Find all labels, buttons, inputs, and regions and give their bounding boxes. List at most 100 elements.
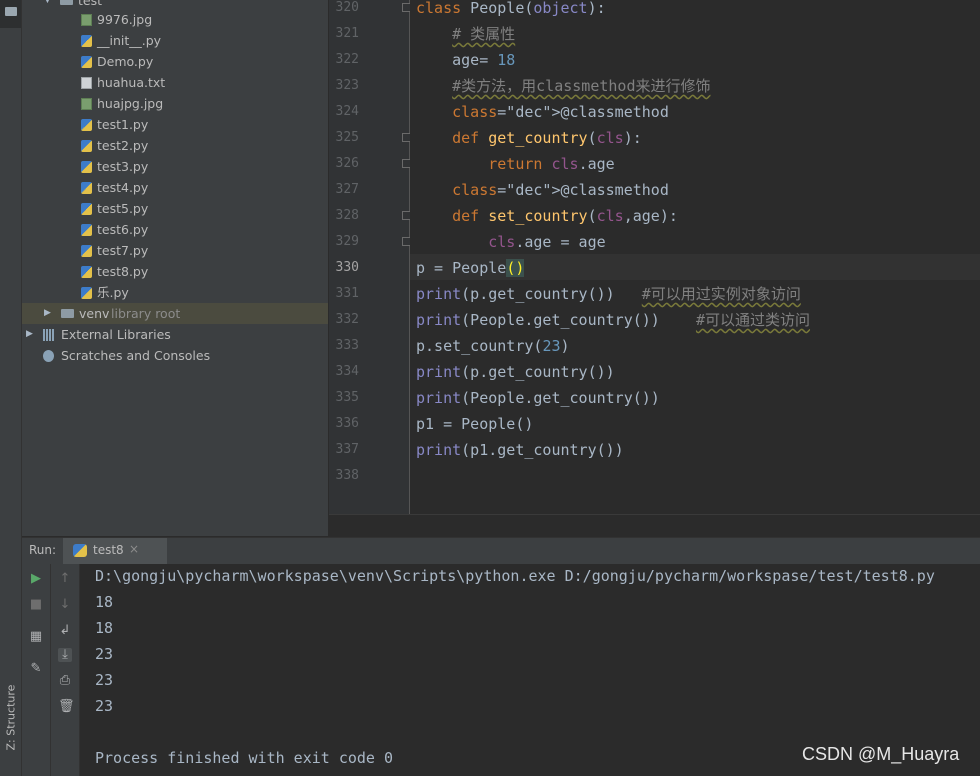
code-line-325[interactable]: def get_country(cls): xyxy=(416,125,642,151)
run-tab-label: test8 xyxy=(93,543,124,557)
pin-icon[interactable]: ✎ xyxy=(29,662,43,676)
code-line-320[interactable]: class People(object): xyxy=(416,0,606,21)
console-line: D:\gongju\pycharm\workspase\venv\Scripts… xyxy=(95,567,935,585)
tree-item-file[interactable]: test2.py xyxy=(22,135,328,156)
code-line-334[interactable]: print(p.get_country()) xyxy=(416,359,615,385)
print-icon[interactable]: ⎙ xyxy=(58,674,72,688)
down-arrow-icon[interactable]: ↓ xyxy=(58,598,72,612)
close-icon[interactable]: × xyxy=(129,542,139,556)
console-line: 23 xyxy=(95,671,114,689)
tree-item-label: venv xyxy=(79,306,110,321)
line-number-current: 330 xyxy=(335,260,359,275)
tree-item-file[interactable]: test1.py xyxy=(22,114,328,135)
python-file-icon xyxy=(81,56,92,68)
line-number: 331 xyxy=(335,286,359,301)
line-number: 337 xyxy=(335,442,359,457)
tree-item-file[interactable]: test8.py xyxy=(22,261,328,282)
line-number: 335 xyxy=(335,390,359,405)
scroll-to-end-icon[interactable]: ⤓ xyxy=(58,648,72,662)
code-line-335[interactable]: print(People.get_country()) xyxy=(416,385,660,411)
layout-icon[interactable]: ▦ xyxy=(29,630,43,644)
soft-wrap-icon[interactable]: ↲ xyxy=(58,624,72,638)
code-line-336[interactable]: p1 = People() xyxy=(416,411,533,437)
run-icon[interactable]: ▶ xyxy=(29,572,43,586)
tree-item-external-libraries[interactable]: ▶ External Libraries xyxy=(22,324,328,345)
tree-item-venv[interactable]: ▶ venv library root xyxy=(22,303,328,324)
tree-item-label: 乐.py xyxy=(97,285,129,300)
tree-item-file[interactable]: 9976.jpg xyxy=(22,9,328,30)
line-number: 336 xyxy=(335,416,359,431)
run-toolbar-secondary: ↑ ↓ ↲ ⤓ ⎙ 🗑 xyxy=(51,564,80,776)
structure-tool-tab[interactable]: Z: Structure xyxy=(2,676,20,756)
tree-item-file[interactable]: __init__.py xyxy=(22,30,328,51)
tree-item-label: External Libraries xyxy=(61,327,171,342)
tree-item-file[interactable]: test3.py xyxy=(22,156,328,177)
tree-item-file[interactable]: test6.py xyxy=(22,219,328,240)
tree-item-label: huahua.txt xyxy=(97,75,166,90)
image-file-icon xyxy=(81,98,92,110)
python-file-icon xyxy=(81,35,92,47)
tree-item-file[interactable]: test7.py xyxy=(22,240,328,261)
line-number: 333 xyxy=(335,338,359,353)
tree-item-file[interactable]: Demo.py xyxy=(22,51,328,72)
run-panel-header: Run: test8 × xyxy=(22,537,980,565)
code-line-324[interactable]: class="dec">@classmethod xyxy=(416,99,669,125)
folder-icon xyxy=(5,7,17,16)
code-line-321[interactable]: # 类属性 xyxy=(416,21,515,47)
tree-item-label: test1.py xyxy=(97,117,149,132)
line-number: 321 xyxy=(335,26,359,41)
stop-icon[interactable]: ■ xyxy=(29,598,43,612)
structure-tab-label: Z: Structure xyxy=(4,684,18,751)
folder-icon xyxy=(61,309,74,318)
run-tab-test8[interactable]: test8 × xyxy=(63,538,167,564)
project-tool-tab[interactable] xyxy=(0,0,21,28)
code-line-329[interactable]: cls.age = age xyxy=(416,229,605,255)
project-tree: ▼ test 9976.jpg __init__.py Demo.py huah… xyxy=(22,0,328,536)
code-line-322[interactable]: age= 18 xyxy=(416,47,515,73)
trash-icon[interactable]: 🗑 xyxy=(58,700,75,714)
left-tool-strip: Z: Structure xyxy=(0,0,22,776)
console-line: 18 xyxy=(95,619,114,637)
line-number: 338 xyxy=(335,468,359,483)
scratches-icon xyxy=(43,350,54,362)
python-file-icon xyxy=(81,140,92,152)
code-line-337[interactable]: print(p1.get_country()) xyxy=(416,437,624,463)
code-line-332[interactable]: print(People.get_country()) #可以通过类访问 xyxy=(416,307,810,333)
tree-item-file[interactable]: test4.py xyxy=(22,177,328,198)
tree-item-label: Scratches and Consoles xyxy=(61,348,211,363)
tree-item-file[interactable]: huajpg.jpg xyxy=(22,93,328,114)
line-number: 325 xyxy=(335,130,359,145)
tree-item-label: test7.py xyxy=(97,243,149,258)
editor-bottom-bar xyxy=(329,514,980,537)
tree-item-label: Demo.py xyxy=(97,54,154,69)
expand-arrow-icon[interactable]: ▶ xyxy=(26,324,33,345)
line-number: 334 xyxy=(335,364,359,379)
code-line-328[interactable]: def set_country(cls,age): xyxy=(416,203,678,229)
up-arrow-icon[interactable]: ↑ xyxy=(58,572,72,586)
code-line-326[interactable]: return cls.age xyxy=(416,151,614,177)
code-line-327[interactable]: class="dec">@classmethod xyxy=(416,177,669,203)
watermark: CSDN @M_Huayra xyxy=(802,744,960,764)
tree-item-file[interactable]: 乐.py xyxy=(22,282,328,303)
folder-icon xyxy=(60,0,73,5)
line-number: 332 xyxy=(335,312,359,327)
tree-item-file[interactable]: huahua.txt xyxy=(22,72,328,93)
tree-item-label: test4.py xyxy=(97,180,149,195)
code-line-323[interactable]: #类方法，用classmethod来进行修饰 xyxy=(416,73,710,99)
code-line-330[interactable]: p = People() xyxy=(416,255,525,281)
tree-item-scratches[interactable]: Scratches and Consoles xyxy=(22,345,328,366)
tree-item-label: test5.py xyxy=(97,201,149,216)
python-file-icon xyxy=(81,287,92,299)
tree-item-label: 9976.jpg xyxy=(97,12,153,27)
code-line-331[interactable]: print(p.get_country()) #可以用过实例对象访问 xyxy=(416,281,801,307)
line-number: 329 xyxy=(335,234,359,249)
python-file-icon xyxy=(81,245,92,257)
tree-item-file[interactable]: test5.py xyxy=(22,198,328,219)
expand-arrow-icon[interactable]: ▶ xyxy=(44,303,51,324)
python-file-icon xyxy=(81,161,92,173)
python-file-icon xyxy=(81,266,92,278)
console-line: 23 xyxy=(95,697,114,715)
python-file-icon xyxy=(81,224,92,236)
tree-item-label: test8.py xyxy=(97,264,149,279)
code-line-333[interactable]: p.set_country(23) xyxy=(416,333,570,359)
